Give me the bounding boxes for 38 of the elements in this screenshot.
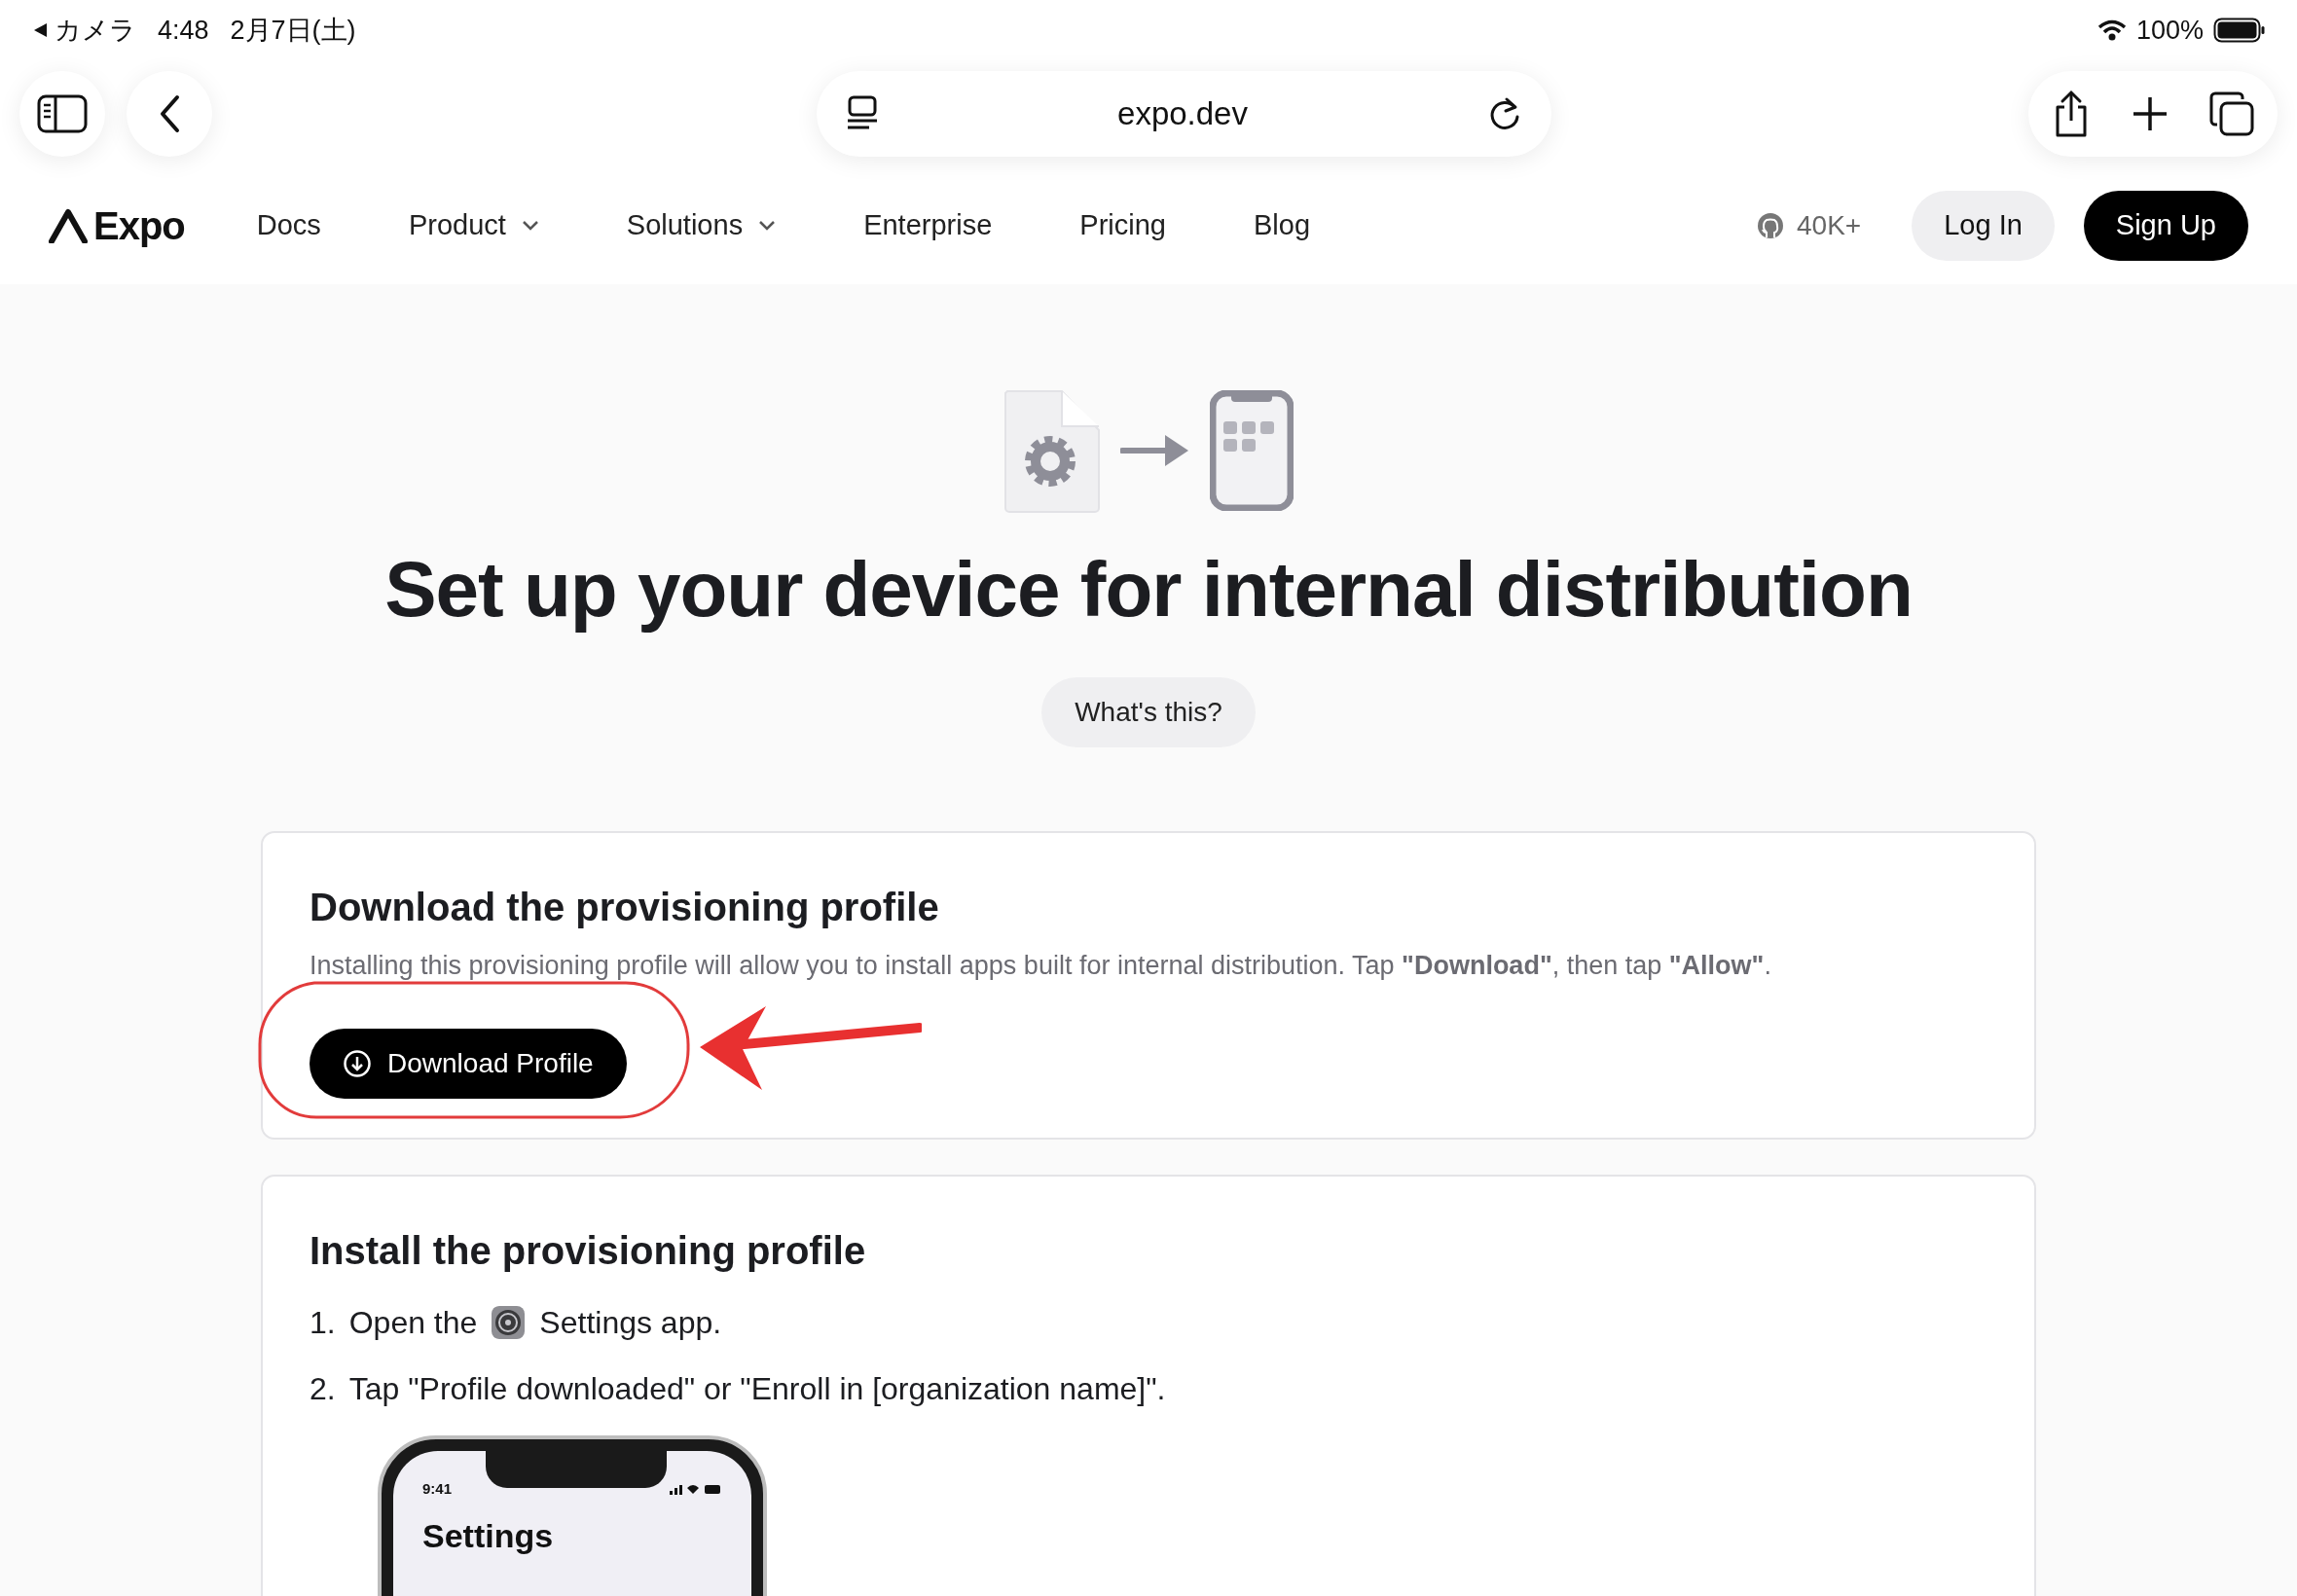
plus-icon[interactable] [2132, 95, 2169, 132]
download-circle-icon [343, 1048, 372, 1078]
phone-time: 9:41 [422, 1478, 453, 1499]
url-text[interactable]: expo.dev [1117, 90, 1248, 138]
chevron-left-icon [159, 94, 180, 133]
step-number: 1. [310, 1303, 336, 1342]
status-date: 2月7日(土) [230, 14, 356, 47]
status-time: 4:48 [158, 14, 209, 47]
nav-link[interactable]: Docs [256, 204, 321, 247]
expo-logo-icon[interactable] [49, 208, 88, 243]
nav-link[interactable]: Pricing [1079, 204, 1166, 247]
nav-link[interactable]: Solutions [626, 204, 777, 247]
download-profile-button[interactable]: Download Profile [310, 1028, 627, 1099]
sidebar-icon [37, 94, 88, 133]
back-app-label[interactable]: カメラ [55, 10, 136, 51]
card-description: Installing this provisioning profile will allow you to install apps built for internal distribution. Tap "Download", then tap "Allow". [310, 950, 1772, 982]
settings-app-icon [491, 1304, 527, 1340]
sign-up-button[interactable]: Sign Up [2083, 191, 2248, 261]
nav-link[interactable]: Product [408, 204, 539, 247]
battery-percent: 100% [2135, 14, 2204, 47]
github-stars-count[interactable]: 40K+ [1797, 205, 1862, 246]
nav-link[interactable]: Enterprise [863, 204, 993, 247]
log-in-button[interactable]: Log In [1912, 191, 2055, 261]
nav-link[interactable]: Blog [1253, 204, 1310, 247]
reader-icon[interactable] [845, 95, 879, 132]
step-number: 2. [310, 1369, 336, 1408]
address-bar[interactable]: expo.dev [816, 71, 1551, 157]
step-text: Settings app. [539, 1303, 722, 1342]
expo-logo-text[interactable]: Expo [93, 197, 185, 255]
battery-icon [2213, 18, 2266, 43]
card-heading: Install the provisioning profile [310, 1227, 867, 1274]
card-heading: Download the provisioning profile [310, 885, 940, 930]
phone-settings-title: Settings [422, 1519, 555, 1552]
tabs-icon[interactable] [2209, 91, 2254, 136]
step-text: Tap "Profile downloaded" or "Enroll in [organization name]". [348, 1369, 1166, 1408]
step-text: Open the [348, 1303, 478, 1342]
wifi-icon [2096, 19, 2127, 41]
whats-this-button[interactable]: What's this? [1041, 677, 1256, 747]
